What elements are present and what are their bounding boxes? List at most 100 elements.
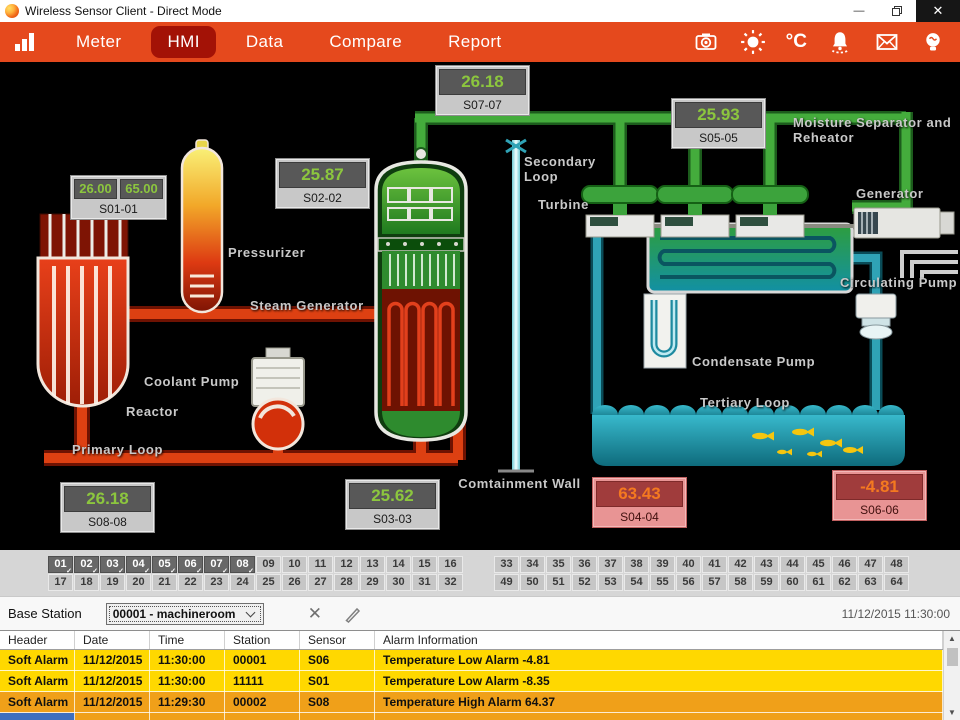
station-cell-01[interactable]: 01✓ <box>48 556 73 573</box>
station-cell-25[interactable]: 25 <box>256 574 281 591</box>
celsius-icon[interactable]: °C <box>786 31 807 53</box>
station-cell-16[interactable]: 16 <box>438 556 463 573</box>
alarm-row[interactable]: Soft Alarm11/12/201511:30:0000001S06Temp… <box>0 650 943 671</box>
station-cell-53[interactable]: 53 <box>598 574 623 591</box>
tab-compare[interactable]: Compare <box>313 26 418 58</box>
station-cell-10[interactable]: 10 <box>282 556 307 573</box>
mail-icon[interactable] <box>873 30 901 54</box>
station-cell-19[interactable]: 19 <box>100 574 125 591</box>
station-cell-49[interactable]: 49 <box>494 574 519 591</box>
station-cell-29[interactable]: 29 <box>360 574 385 591</box>
station-cell-36[interactable]: 36 <box>572 556 597 573</box>
station-cell-23[interactable]: 23 <box>204 574 229 591</box>
station-cell-42[interactable]: 42 <box>728 556 753 573</box>
alarm-row[interactable]: Soft Alarm11/12/201511:29:3000002S08Temp… <box>0 692 943 713</box>
station-cell-17[interactable]: 17 <box>48 574 73 591</box>
station-cell-02[interactable]: 02✓ <box>74 556 99 573</box>
station-cell-47[interactable]: 47 <box>858 556 883 573</box>
station-cell-48[interactable]: 48 <box>884 556 909 573</box>
station-cell-13[interactable]: 13 <box>360 556 385 573</box>
station-cell-64[interactable]: 64 <box>884 574 909 591</box>
station-cell-35[interactable]: 35 <box>546 556 571 573</box>
station-cell-28[interactable]: 28 <box>334 574 359 591</box>
alarm-row[interactable]: Soft Alarm11/12/201511:30:0011111S01Temp… <box>0 671 943 692</box>
station-cell-54[interactable]: 54 <box>624 574 649 591</box>
station-cell-52[interactable]: 52 <box>572 574 597 591</box>
station-cell-18[interactable]: 18 <box>74 574 99 591</box>
station-cell-63[interactable]: 63 <box>858 574 883 591</box>
station-cell-06[interactable]: 06✓ <box>178 556 203 573</box>
station-cell-08[interactable]: 08✓ <box>230 556 255 573</box>
station-cell-15[interactable]: 15 <box>412 556 437 573</box>
edit-pencil-icon[interactable] <box>342 603 364 625</box>
alarm-bell-icon[interactable] <box>826 29 854 55</box>
station-cell-04[interactable]: 04✓ <box>126 556 151 573</box>
turbine-units <box>582 186 808 237</box>
station-cell-39[interactable]: 39 <box>650 556 675 573</box>
alarm-row-partial[interactable] <box>0 713 943 720</box>
sensor-box-S08-08[interactable]: 26.18 S08-08 <box>60 482 155 533</box>
sensor-box-S07-07[interactable]: 26.18 S07-07 <box>435 65 530 116</box>
tab-meter[interactable]: Meter <box>60 26 137 58</box>
lightbulb-icon[interactable] <box>920 29 946 55</box>
brightness-icon[interactable] <box>739 29 767 55</box>
station-cell-58[interactable]: 58 <box>728 574 753 591</box>
table-scrollbar[interactable]: ▲ ▼ <box>943 631 960 720</box>
clear-button[interactable]: ✕ <box>308 604 322 624</box>
station-cell-22[interactable]: 22 <box>178 574 203 591</box>
station-cell-46[interactable]: 46 <box>832 556 857 573</box>
tab-data[interactable]: Data <box>230 26 300 58</box>
station-cell-05[interactable]: 05✓ <box>152 556 177 573</box>
sensor-box-S02-02[interactable]: 25.87 S02-02 <box>275 158 370 209</box>
sensor-box-S05-05[interactable]: 25.93 S05-05 <box>671 98 766 149</box>
station-cell-62[interactable]: 62 <box>832 574 857 591</box>
restore-button[interactable] <box>878 0 916 22</box>
station-cell-55[interactable]: 55 <box>650 574 675 591</box>
station-cell-31[interactable]: 31 <box>412 574 437 591</box>
station-cell-41[interactable]: 41 <box>702 556 727 573</box>
tab-hmi[interactable]: HMI <box>151 26 215 58</box>
station-cell-45[interactable]: 45 <box>806 556 831 573</box>
station-cell-11[interactable]: 11 <box>308 556 333 573</box>
station-number: 33 <box>500 558 512 570</box>
station-cell-50[interactable]: 50 <box>520 574 545 591</box>
station-cell-32[interactable]: 32 <box>438 574 463 591</box>
station-cell-59[interactable]: 59 <box>754 574 779 591</box>
minimize-button[interactable]: — <box>840 0 878 22</box>
sensor-box-S04-04[interactable]: 63.43 S04-04 <box>592 477 687 528</box>
station-cell-27[interactable]: 27 <box>308 574 333 591</box>
station-cell-56[interactable]: 56 <box>676 574 701 591</box>
station-cell-14[interactable]: 14 <box>386 556 411 573</box>
station-cell-33[interactable]: 33 <box>494 556 519 573</box>
camera-icon[interactable] <box>692 30 720 54</box>
station-cell-09[interactable]: 09 <box>256 556 281 573</box>
tab-report[interactable]: Report <box>432 26 517 58</box>
station-cell-61[interactable]: 61 <box>806 574 831 591</box>
station-cell-37[interactable]: 37 <box>598 556 623 573</box>
sensor-box-S01-01[interactable]: 26.00 65.00 S01-01 <box>70 175 167 220</box>
station-cell-44[interactable]: 44 <box>780 556 805 573</box>
station-cell-26[interactable]: 26 <box>282 574 307 591</box>
station-cell-34[interactable]: 34 <box>520 556 545 573</box>
station-cell-40[interactable]: 40 <box>676 556 701 573</box>
station-cell-30[interactable]: 30 <box>386 574 411 591</box>
close-button[interactable]: ✕ <box>916 0 960 22</box>
station-cell-12[interactable]: 12 <box>334 556 359 573</box>
station-cell-51[interactable]: 51 <box>546 574 571 591</box>
station-cell-43[interactable]: 43 <box>754 556 779 573</box>
station-cell-60[interactable]: 60 <box>780 574 805 591</box>
scroll-thumb[interactable] <box>947 648 958 666</box>
scroll-down-button[interactable]: ▼ <box>948 705 956 720</box>
scroll-up-button[interactable]: ▲ <box>948 631 956 646</box>
sensor-box-S03-03[interactable]: 25.62 S03-03 <box>345 479 440 530</box>
station-cell-21[interactable]: 21 <box>152 574 177 591</box>
station-cell-03[interactable]: 03✓ <box>100 556 125 573</box>
base-station-select[interactable]: 00001 - machineroom <box>106 603 264 625</box>
station-cell-24[interactable]: 24 <box>230 574 255 591</box>
station-cell-57[interactable]: 57 <box>702 574 727 591</box>
station-cell-07[interactable]: 07✓ <box>204 556 229 573</box>
sensor-box-S06-06[interactable]: -4.81 S06-06 <box>832 470 927 521</box>
title-bar: Wireless Sensor Client - Direct Mode — ✕ <box>0 0 960 22</box>
station-cell-20[interactable]: 20 <box>126 574 151 591</box>
station-cell-38[interactable]: 38 <box>624 556 649 573</box>
